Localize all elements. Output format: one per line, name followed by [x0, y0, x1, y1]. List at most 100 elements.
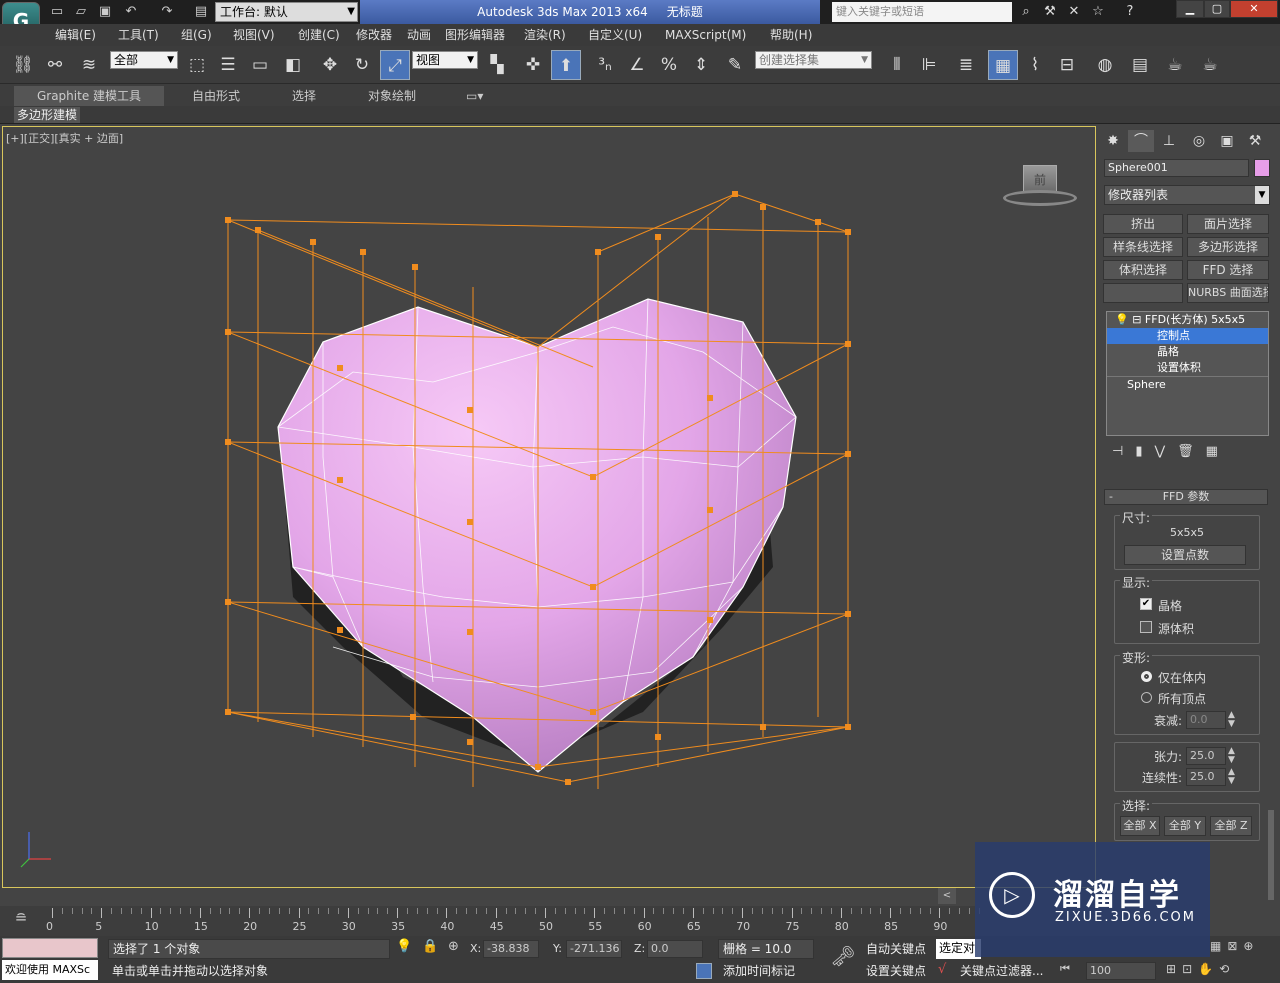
time-slider-prev-button[interactable]: < — [938, 888, 956, 904]
continuity-input[interactable]: 25.0 — [1186, 768, 1226, 786]
falloff-spinner[interactable]: ▲ ▼ — [1228, 711, 1235, 729]
timeline-ruler[interactable]: 0 5 10 15 20 25 30 35 40 45 50 55 60 65 70 75 80 85 90 — [46, 906, 980, 936]
lattice-checkbox[interactable]: ✔ — [1140, 598, 1152, 610]
tab-selection[interactable]: 选择 — [284, 86, 324, 106]
connect-icon[interactable]: ✕ — [1064, 2, 1084, 22]
pin-stack-icon[interactable]: ⊣ — [1112, 444, 1135, 459]
lightbulb-icon[interactable]: 💡 — [1115, 313, 1129, 326]
select-manipulate-icon[interactable]: ✜ — [518, 50, 548, 80]
modifier-list-dropdown[interactable]: 修改器列表 ▼ — [1104, 185, 1270, 205]
tab-freeform[interactable]: 自由形式 — [184, 86, 248, 106]
pivot-center-icon[interactable]: ▚ — [482, 50, 512, 80]
zoom-extents-icon[interactable]: ⊞ — [1166, 962, 1182, 976]
rendered-frame-icon[interactable]: ☕ — [1160, 50, 1190, 80]
rectangular-selection-icon[interactable]: ▭ — [245, 50, 275, 80]
selection-lock-icon[interactable]: 🔒 — [422, 939, 438, 954]
search-input[interactable]: 键入关键字或短语 — [832, 2, 1012, 22]
modifier-poly-select-button[interactable]: 多边形选择 — [1187, 237, 1269, 257]
modifier-nurbs-select-button[interactable]: NURBS 曲面选择 — [1187, 283, 1269, 303]
align-icon[interactable]: ⊫ — [914, 50, 944, 80]
edit-named-selection-icon[interactable]: ✎ — [720, 50, 750, 80]
time-tag-icon[interactable] — [696, 963, 712, 979]
source-volume-checkbox[interactable] — [1140, 621, 1152, 633]
curve-editor-icon[interactable]: ⌇ — [1020, 50, 1050, 80]
object-name-field[interactable]: Sphere001 — [1104, 159, 1249, 177]
schematic-view-icon[interactable]: ⊟ — [1052, 50, 1082, 80]
show-end-result-icon[interactable]: ▮ — [1135, 444, 1154, 459]
ffd-params-rollout-header[interactable]: - FFD 参数 — [1104, 489, 1268, 505]
x-coord-field[interactable]: -38.838 — [483, 940, 539, 958]
viewcube-front-face[interactable]: 前 — [1023, 165, 1057, 193]
tab-object-paint[interactable]: 对象绘制 — [360, 86, 424, 106]
modifier-vol-select-button[interactable]: 体积选择 — [1103, 260, 1183, 280]
menu-help[interactable]: 帮助(H) — [770, 24, 812, 46]
menu-graph-editors[interactable]: 图形编辑器 — [445, 24, 505, 46]
bind-space-warp-icon[interactable]: ≋ — [74, 50, 104, 80]
stack-item-lattice[interactable]: 晶格 — [1107, 344, 1268, 360]
mirror-icon[interactable]: ⫴ — [882, 50, 912, 80]
scale-icon[interactable]: ⤢ — [380, 50, 410, 80]
selection-filter-dropdown[interactable]: 全部 ▼ — [110, 51, 178, 69]
star-icon[interactable]: ☆ — [1088, 2, 1108, 22]
window-crossing-icon[interactable]: ◧ — [278, 50, 308, 80]
maximize-viewport-icon[interactable]: ⊕ — [1243, 939, 1259, 953]
save-icon[interactable]: ▣ — [96, 3, 114, 21]
named-selection-dropdown[interactable]: 创建选择集 ▼ — [755, 51, 872, 69]
all-vertices-radio[interactable] — [1141, 692, 1152, 703]
zoom-all-icon[interactable]: ⊠ — [1227, 939, 1243, 953]
hierarchy-panel-icon[interactable]: ⊥ — [1156, 130, 1182, 152]
ribbon-panel-polygon-modeling[interactable]: 多边形建模 — [14, 107, 81, 123]
menu-rendering[interactable]: 渲染(R) — [524, 24, 566, 46]
select-object-icon[interactable]: ⬚ — [182, 50, 212, 80]
auto-key-button[interactable]: 自动关键点 — [866, 939, 932, 959]
maxscript-listener-mini[interactable] — [2, 938, 98, 958]
close-button[interactable]: ✕ — [1230, 0, 1278, 18]
new-file-icon[interactable]: ▭ — [48, 3, 66, 21]
project-folder-icon[interactable]: ▤ — [192, 3, 210, 21]
isolate-lightbulb-icon[interactable]: 💡 — [396, 939, 412, 954]
make-unique-icon[interactable]: ⋁ — [1154, 444, 1177, 459]
modifier-extrude-button[interactable]: 挤出 — [1103, 214, 1183, 234]
viewport[interactable] — [2, 126, 1096, 888]
angle-snap-icon[interactable]: ∠ — [622, 50, 652, 80]
stack-item-ffd[interactable]: 💡 ⊟ FFD(长方体) 5x5x5 — [1107, 312, 1268, 328]
reference-coordinate-dropdown[interactable]: 视图 ▼ — [412, 51, 478, 69]
modifier-stack[interactable]: 💡 ⊟ FFD(长方体) 5x5x5 控制点 晶格 设置体积 Sphere — [1106, 311, 1269, 436]
object-color-swatch[interactable] — [1254, 159, 1270, 177]
menu-animation[interactable]: 动画 — [407, 24, 431, 46]
undo-icon[interactable]: ↶ — [122, 3, 140, 21]
set-key-mode-icon[interactable]: 🗝 — [828, 944, 858, 974]
display-panel-icon[interactable]: ▣ — [1214, 130, 1240, 152]
menu-tools[interactable]: 工具(T) — [118, 24, 159, 46]
select-all-x-button[interactable]: 全部 X — [1120, 816, 1160, 836]
move-icon[interactable]: ✥ — [315, 50, 345, 80]
open-file-icon[interactable]: ▱ — [72, 3, 90, 21]
frame-field[interactable]: 100 — [1086, 962, 1156, 980]
pan-icon[interactable]: ✋ — [1198, 962, 1219, 976]
viewcube[interactable]: 前 — [1003, 160, 1077, 210]
help-icon[interactable]: ? — [1120, 2, 1140, 22]
material-editor-icon[interactable]: ◍ — [1090, 50, 1120, 80]
select-all-z-button[interactable]: 全部 Z — [1210, 816, 1252, 836]
select-by-name-icon[interactable]: ☰ — [213, 50, 243, 80]
viewcube-ring[interactable] — [1003, 190, 1077, 206]
spinner-snap-icon[interactable]: ⇕ — [686, 50, 716, 80]
absolute-mode-icon[interactable]: ⊕ — [448, 939, 459, 954]
add-time-tag-button[interactable]: 添加时间标记 — [720, 961, 820, 981]
stack-item-control-points[interactable]: 控制点 — [1107, 328, 1268, 344]
unlink-icon[interactable]: ⚯ — [40, 50, 70, 80]
z-coord-field[interactable]: 0.0 — [647, 940, 703, 958]
render-setup-icon[interactable]: ▤ — [1125, 50, 1155, 80]
maxscript-input[interactable]: 欢迎使用 MAXSc — [2, 960, 98, 980]
modifier-spline-select-button[interactable]: 样条线选择 — [1103, 237, 1183, 257]
keyboard-shortcut-override-icon[interactable]: ⬆ — [551, 50, 581, 80]
stack-item-sphere[interactable]: Sphere — [1107, 376, 1268, 392]
mini-curve-editor-icon[interactable]: ≘ — [6, 909, 36, 933]
command-panel-scrollbar[interactable] — [1268, 810, 1274, 900]
percent-snap-icon[interactable]: % — [654, 50, 684, 80]
minimize-button[interactable]: ▁ — [1176, 0, 1204, 18]
orbit-icon[interactable]: ⟲ — [1219, 962, 1235, 976]
inside-volume-radio[interactable] — [1141, 671, 1152, 682]
utilities-panel-icon[interactable]: ⚒ — [1242, 130, 1268, 152]
menu-group[interactable]: 组(G) — [181, 24, 212, 46]
